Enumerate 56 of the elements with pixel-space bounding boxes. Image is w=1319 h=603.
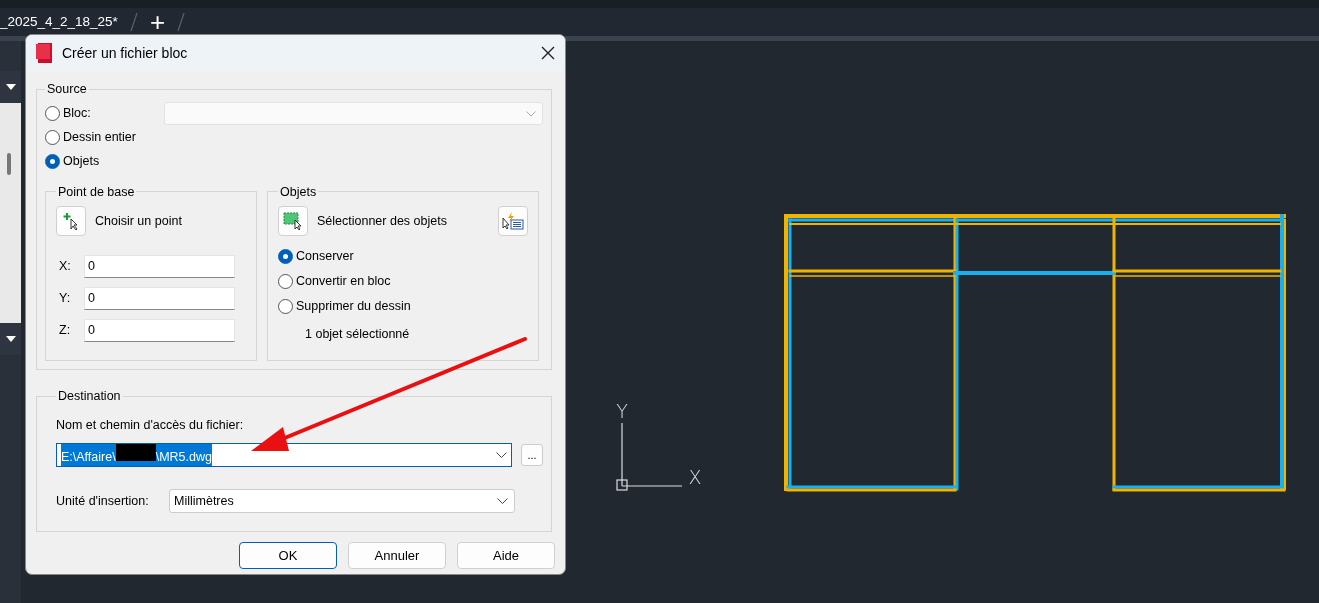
- dialog-button[interactable]: OK: [239, 542, 337, 569]
- coordinate-input[interactable]: 0: [84, 254, 235, 278]
- coordinate-label: Y:: [58, 289, 72, 307]
- select-objects-label: Sélectionner des objets: [317, 212, 447, 230]
- group-label: Destination: [57, 389, 122, 403]
- radio-button[interactable]: [278, 249, 293, 264]
- pick-point-button[interactable]: [56, 206, 86, 236]
- dropdown-arrow-icon[interactable]: [5, 336, 16, 342]
- radio-button[interactable]: [278, 299, 293, 314]
- radio-label: Convertir en bloc: [296, 273, 391, 291]
- dropdown-arrow-icon[interactable]: [5, 84, 16, 90]
- unit-label: Unité d'insertion:: [56, 492, 150, 510]
- group-label: Source: [46, 83, 88, 96]
- radio-label: Dessin entier: [63, 129, 136, 147]
- axis-label: Y: [616, 400, 628, 422]
- group-label: Objets: [279, 185, 318, 198]
- radio-button[interactable]: [45, 130, 60, 145]
- coordinate-input[interactable]: 0: [84, 286, 235, 310]
- coordinate-label: Z:: [58, 321, 72, 339]
- dialog-button[interactable]: Aide: [457, 542, 555, 569]
- radio-label: Conserver: [296, 248, 354, 266]
- radio-button[interactable]: [278, 274, 293, 289]
- group-label: Point de base: [57, 185, 136, 198]
- radio-label: Objets: [63, 153, 100, 171]
- coordinate-label: X:: [58, 257, 72, 275]
- radio-label: Bloc:: [63, 105, 91, 123]
- pick-point-label: Choisir un point: [95, 212, 182, 230]
- path-field[interactable]: E:\Affaire\ \MR5.dwg: [56, 443, 513, 467]
- dialog-button[interactable]: Annuler: [348, 542, 446, 569]
- redaction-bar: [115, 443, 156, 461]
- chevron-down-icon: [497, 498, 508, 504]
- tab-separator: [177, 12, 186, 32]
- selection-status: 1 objet sélectionné: [305, 326, 411, 343]
- quick-select-button[interactable]: [498, 206, 528, 236]
- radio-button[interactable]: [45, 106, 60, 121]
- path-label: Nom et chemin d'accès du fichier:: [56, 417, 245, 435]
- radio-label: Supprimer du dessin: [296, 298, 411, 316]
- scrollbar-thumb[interactable]: [7, 153, 11, 175]
- quick-select-icon: [502, 212, 524, 230]
- document-tab[interactable]: _2025_4_2_18_25*: [0, 11, 118, 33]
- chevron-down-icon: [496, 452, 508, 458]
- ucs-icon: [616, 422, 683, 491]
- browse-button[interactable]: ...: [521, 444, 543, 466]
- close-button[interactable]: [541, 46, 555, 60]
- coordinate-input[interactable]: 0: [84, 318, 235, 342]
- radio-button[interactable]: [45, 154, 60, 169]
- select-window-icon: [283, 212, 303, 230]
- new-tab-button[interactable]: +: [149, 9, 166, 35]
- select-objects-button[interactable]: [278, 206, 308, 236]
- dialog-title: Créer un fichier bloc: [62, 43, 188, 63]
- unit-dropdown[interactable]: Millimètres: [169, 489, 515, 513]
- pick-point-icon: [63, 212, 79, 230]
- tab-separator: [129, 12, 138, 32]
- chevron-down-icon: [526, 110, 536, 117]
- axis-label: X: [688, 466, 702, 488]
- app-logo-icon: [36, 43, 54, 63]
